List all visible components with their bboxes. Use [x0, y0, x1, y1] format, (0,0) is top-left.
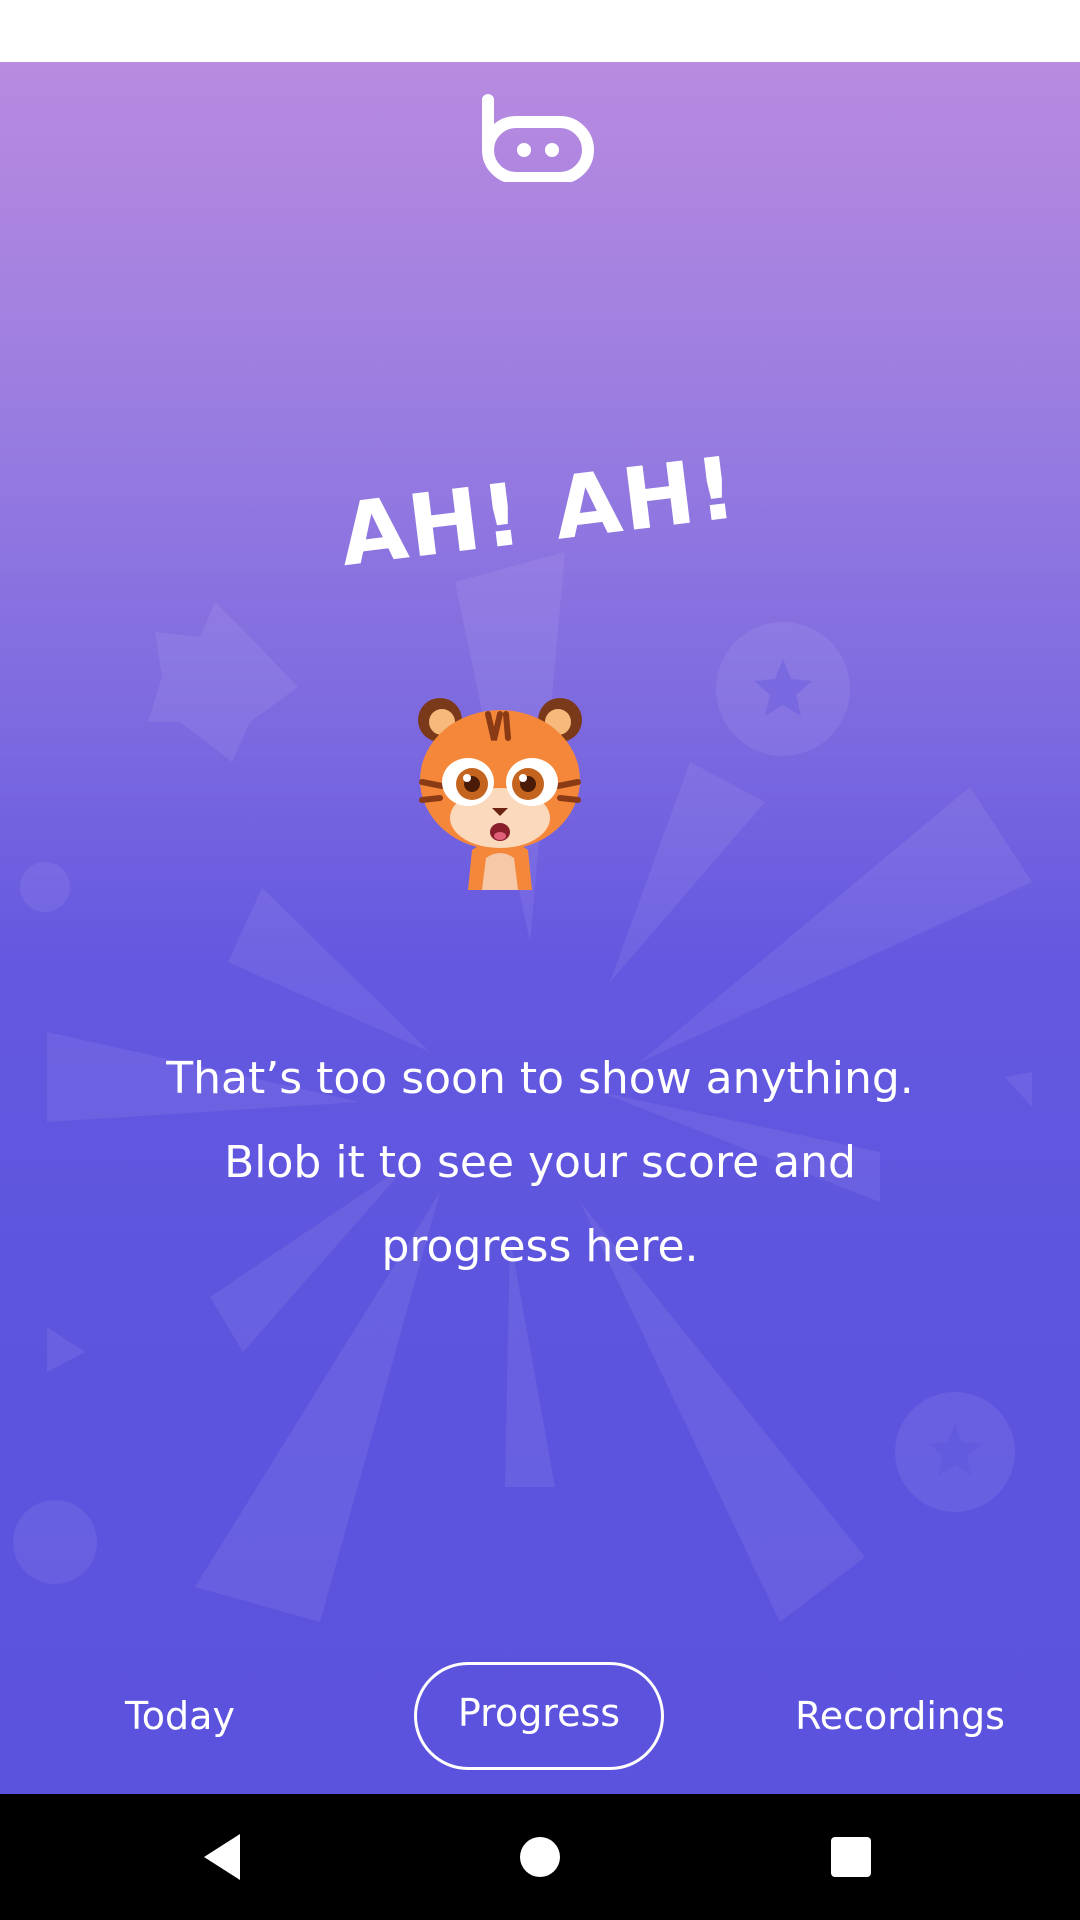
message-line-1: That’s too soon to show anything. [166, 1053, 914, 1104]
message-line-2: Blob it to see your score and [224, 1137, 856, 1188]
progress-screen: AH! AH! That’s too soon to show anything… [0, 62, 1080, 1794]
back-icon[interactable] [192, 1824, 258, 1890]
status-bar [0, 0, 1080, 62]
tab-today[interactable]: Today [80, 1662, 280, 1770]
bottom-tab-bar: Today Progress Recordings [0, 1662, 1080, 1794]
tab-progress[interactable]: Progress [414, 1662, 664, 1770]
tiger-mascot-icon [410, 690, 590, 890]
app-logo-icon [478, 92, 598, 184]
system-navigation-bar [0, 1794, 1080, 1920]
tab-recordings[interactable]: Recordings [780, 1662, 1020, 1770]
empty-state-message: That’s too soon to show anything. Blob i… [110, 1037, 970, 1289]
recents-icon[interactable] [818, 1824, 884, 1890]
background-decoration [13, 552, 1032, 1622]
message-line-3: progress here. [381, 1221, 699, 1272]
home-icon[interactable] [507, 1824, 573, 1890]
